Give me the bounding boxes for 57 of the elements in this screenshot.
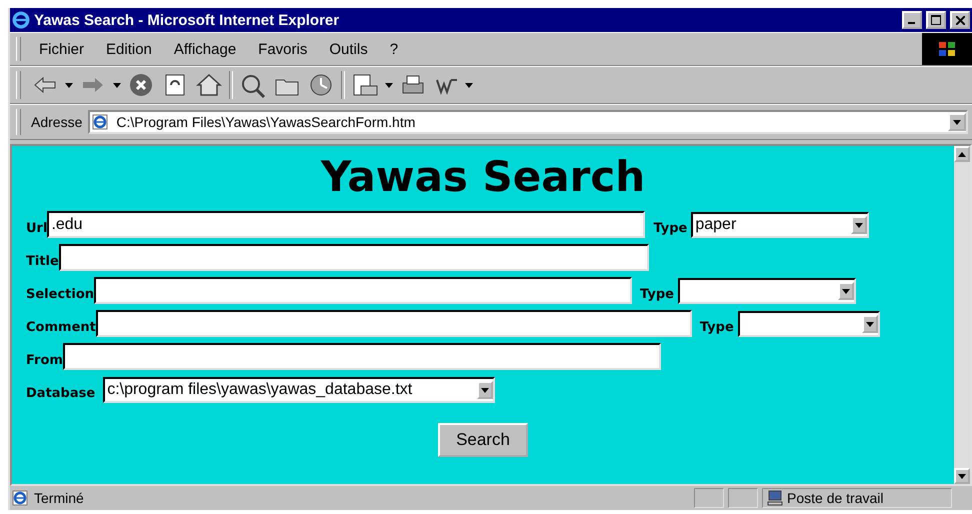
scroll-up-button[interactable] [954, 146, 970, 162]
text-field[interactable] [58, 244, 649, 271]
field-label: From [26, 353, 63, 370]
field-label: Url [26, 221, 48, 238]
search-icon[interactable] [239, 72, 267, 98]
field-label: Type [700, 320, 734, 337]
caret-icon [465, 82, 473, 88]
browser-icon [12, 490, 28, 506]
caret-icon [481, 388, 490, 392]
type-select[interactable] [738, 311, 880, 337]
field-label: Database [26, 386, 96, 403]
text-field[interactable] [96, 310, 692, 337]
browser-icon [92, 114, 108, 130]
database-select[interactable]: c:\program files\yawas\yawas_database.txt [103, 377, 496, 403]
home-icon[interactable] [195, 72, 223, 98]
caret-icon [953, 120, 961, 124]
close-button[interactable] [950, 11, 970, 29]
up-caret-icon [958, 152, 966, 156]
menu-item[interactable]: ? [382, 40, 406, 58]
field-label: Type [653, 221, 688, 238]
caret-icon [855, 222, 864, 228]
computer-icon [767, 490, 783, 506]
caret-icon [866, 322, 874, 326]
scroll-down-button[interactable] [954, 468, 970, 484]
text-field[interactable] [94, 277, 632, 304]
caret-icon [113, 82, 121, 88]
menu-item[interactable]: Edition [98, 40, 160, 58]
type-select[interactable] [678, 278, 856, 304]
menu-item[interactable]: Fichier [31, 40, 92, 58]
field-label: Type [640, 287, 674, 304]
field-label: Comment [26, 320, 96, 337]
address-label: Adresse [31, 114, 82, 130]
stop-icon[interactable] [127, 72, 155, 98]
windows-logo-icon [937, 40, 957, 58]
status-text: Terminé [34, 490, 84, 506]
caret-icon [385, 82, 393, 88]
field-label: Selection [26, 287, 94, 304]
type-select[interactable]: paper [691, 212, 870, 238]
minimize-button[interactable] [902, 11, 922, 29]
caret-icon [65, 82, 73, 88]
search-button[interactable]: Search [438, 423, 528, 457]
menu-item[interactable]: Affichage [166, 40, 244, 58]
menu-item[interactable]: Outils [321, 40, 376, 58]
maximize-button[interactable] [926, 11, 946, 29]
caret-icon [842, 288, 850, 294]
text-field[interactable] [62, 343, 661, 370]
text-field[interactable]: .edu [47, 211, 646, 238]
close-icon [956, 16, 964, 24]
maximize-icon [931, 15, 941, 25]
caret-icon [958, 474, 966, 478]
browser-icon [12, 11, 30, 29]
zone-label: Poste de travail [787, 490, 884, 506]
window-title: Yawas Search - Microsoft Internet Explorer [34, 12, 340, 28]
address-field[interactable]: C:\Program Files\Yawas\YawasSearchForm.htm [88, 110, 968, 134]
field-label: Title [26, 254, 59, 271]
menu-item[interactable]: Favoris [250, 40, 316, 58]
page-heading: Yawas Search [320, 152, 646, 201]
